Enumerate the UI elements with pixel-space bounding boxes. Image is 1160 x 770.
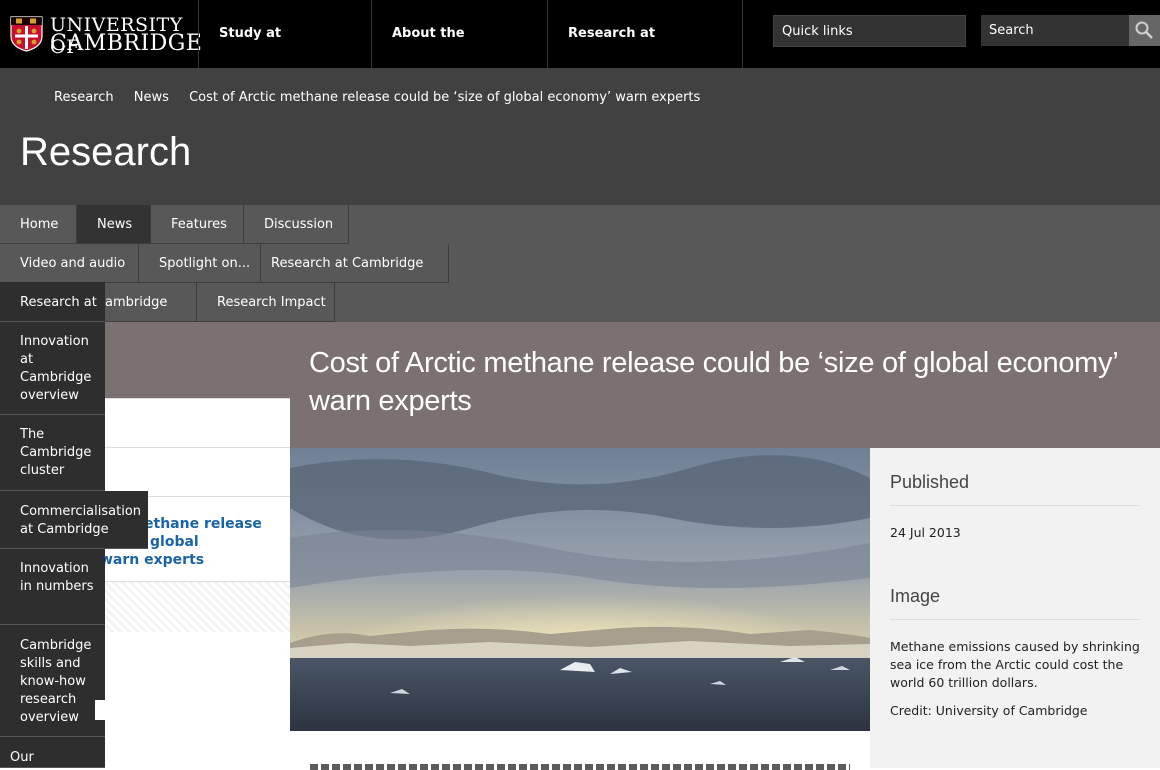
dropdown-item-label-overlap: research overview [20, 692, 79, 725]
tab-spotlight-on[interactable]: Spotlight on... [139, 244, 261, 283]
section-header: Research News Cost of Arctic methane rel… [0, 68, 1160, 205]
crest-icon [10, 16, 43, 52]
search-input[interactable]: Search [981, 15, 1129, 46]
breadcrumb-current: Cost of Arctic methane release could be … [189, 90, 701, 105]
tab-research-at-cambridge[interactable]: Research at Cambridge [261, 244, 449, 283]
image-credit: Credit: University of Cambridge [890, 703, 1088, 718]
text-fragment [310, 764, 850, 770]
search-button[interactable] [1129, 15, 1160, 46]
article-sidebar: Published 24 Jul 2013 Image Methane emis… [870, 448, 1160, 768]
tab-news[interactable]: News [77, 205, 151, 244]
dropdown-item-skills-and-knowhow[interactable]: Cambridge skills and know-how research o… [0, 625, 105, 737]
logo-line-2: CAMBRIDGE [50, 31, 203, 56]
published-date: 24 Jul 2013 [890, 525, 961, 540]
dropdown-item-label: Cambridge skills and know-how [20, 638, 92, 689]
search-icon [1135, 21, 1153, 39]
tab-home[interactable]: Home [0, 205, 77, 244]
article-title: Cost of Arctic methane release could be … [309, 347, 1118, 417]
university-logo[interactable]: UNIVERSITY OF CAMBRIDGE [10, 14, 202, 58]
breadcrumb-research[interactable]: Research [54, 90, 114, 105]
local-navigation: Home News Features Discussion Video and … [0, 205, 1160, 322]
breadcrumb: Research News Cost of Arctic methane rel… [54, 90, 716, 105]
dropdown-item-innovation-in-numbers[interactable]: Innovation in numbers [0, 549, 105, 625]
published-heading: Published [890, 472, 1139, 506]
tab-research-impact[interactable]: Research Impact [197, 283, 335, 322]
image-heading: Image [890, 586, 1139, 620]
tab-video-and-audio[interactable]: Video and audio [0, 244, 139, 283]
dropdown-item-commercialisation[interactable]: Commercialisation at Cambridge [0, 491, 148, 549]
dropdown-item-our[interactable]: Our [0, 737, 105, 768]
top-bar: UNIVERSITY OF CAMBRIDGE Study at Cambrid… [0, 0, 1160, 109]
article-photo [290, 448, 870, 731]
dropdown-item-innovation-overview[interactable]: Innovation at Cambridge overview [0, 322, 105, 415]
quick-links-dropdown[interactable]: Quick links [773, 15, 966, 47]
arctic-landscape-image [290, 448, 870, 731]
image-caption: Methane emissions caused by shrinking se… [890, 639, 1140, 690]
dropdown-item-cambridge-cluster[interactable]: The Cambridge cluster [0, 415, 105, 491]
tab-discussion[interactable]: Discussion [244, 205, 349, 244]
nav-study-at-cambridge[interactable]: Study at Cambridge [198, 0, 372, 109]
nav-research-at-cambridge[interactable]: Research at Cambridge [547, 0, 743, 109]
article-body-cutoff [310, 758, 850, 770]
breadcrumb-news[interactable]: News [134, 90, 169, 105]
nav-about-the-university[interactable]: About the University [371, 0, 548, 109]
related-link-line-3: warn experts [100, 552, 205, 568]
overlap-gap [95, 700, 105, 720]
page-title[interactable]: Research [20, 130, 191, 175]
dropdown-item-research-at[interactable]: Research at [0, 282, 105, 322]
tab-features[interactable]: Features [151, 205, 244, 244]
